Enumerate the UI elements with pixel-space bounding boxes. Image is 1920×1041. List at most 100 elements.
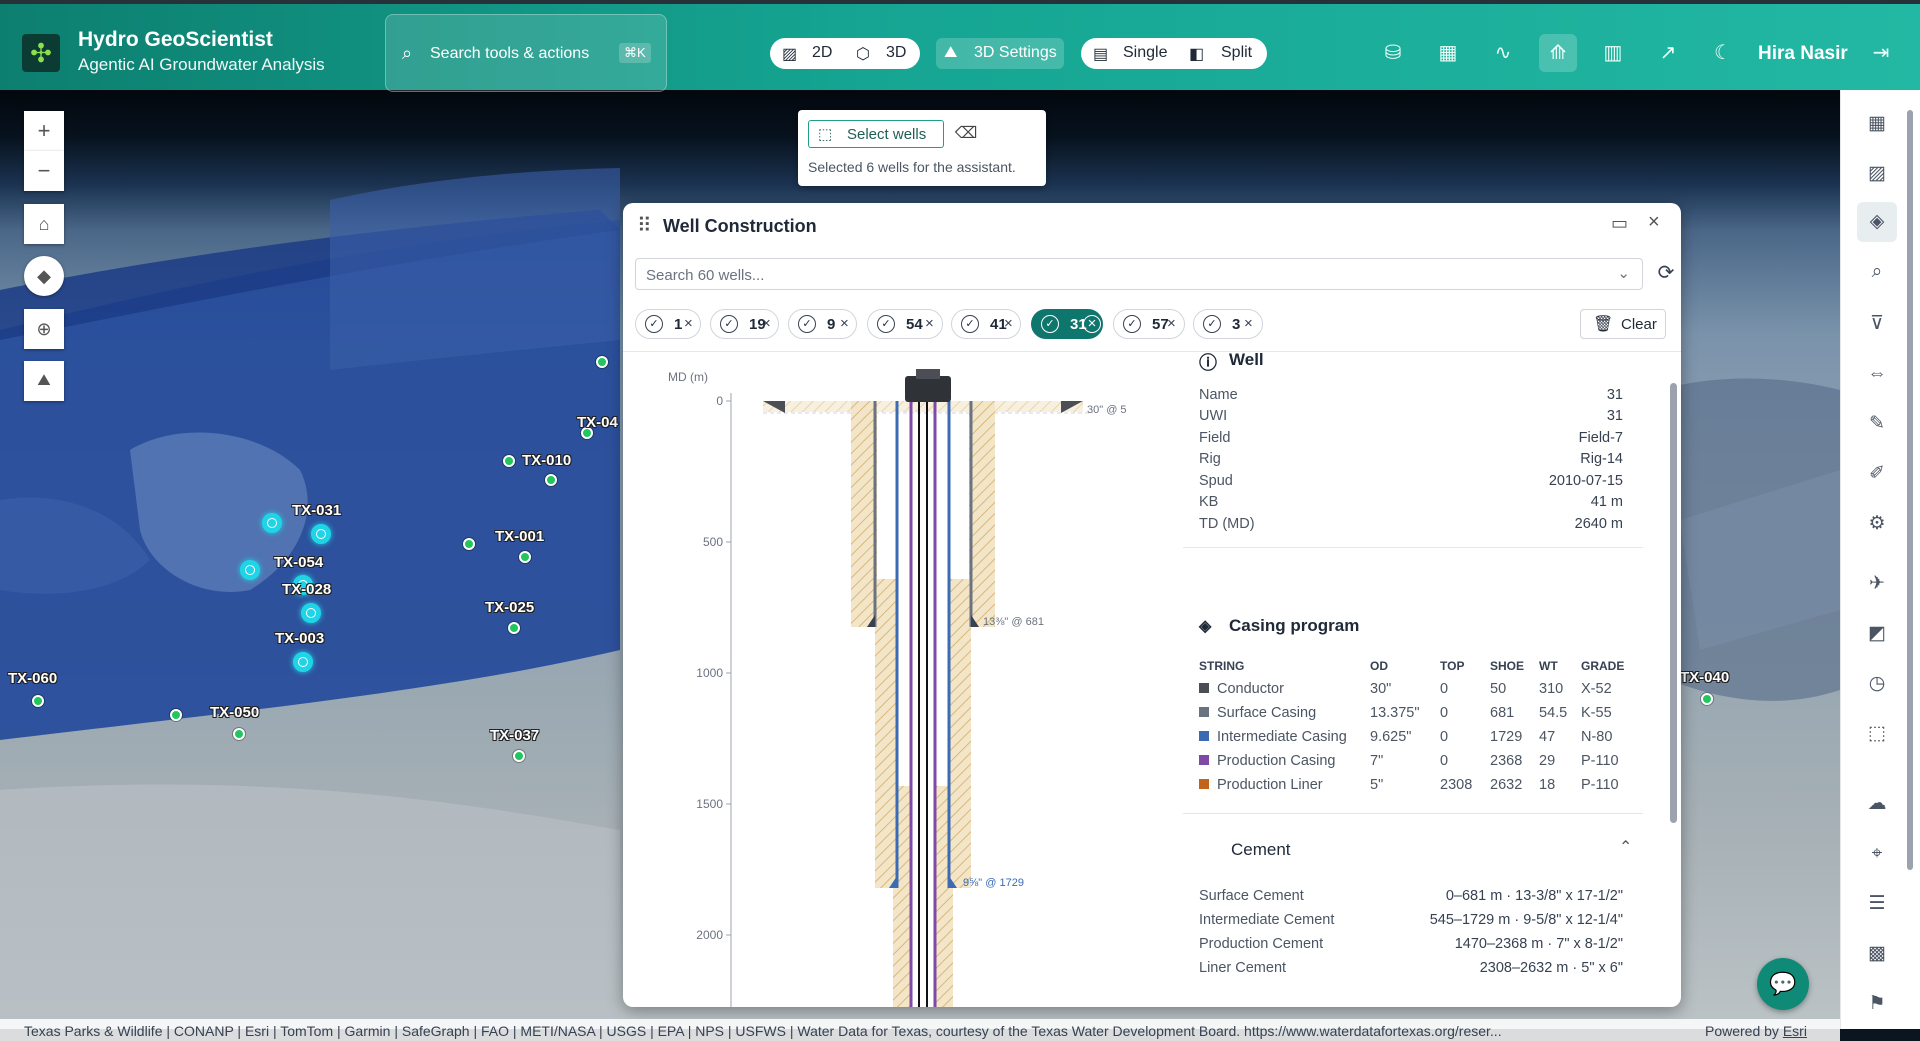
well-chip[interactable]: ✓ 19 × xyxy=(710,309,779,339)
drag-handle-icon[interactable]: ⠿ xyxy=(637,213,652,238)
well-marker[interactable] xyxy=(503,455,515,467)
well-marker[interactable] xyxy=(170,709,182,721)
user-name[interactable]: Hira Nasir xyxy=(1758,43,1848,65)
locate-button[interactable]: ⊕ xyxy=(24,309,64,349)
view-3d-button[interactable]: 3D xyxy=(886,44,906,62)
remove-chip-icon[interactable]: × xyxy=(1004,315,1013,332)
well-marker-selected[interactable] xyxy=(311,524,331,544)
search-tools-input[interactable]: ⌕ Search tools & actions ⌘K xyxy=(385,14,667,92)
well-search-select[interactable]: Search 60 wells... ⌄ xyxy=(635,258,1643,290)
map-edit-icon[interactable]: ▨ xyxy=(1857,154,1897,194)
remove-chip-icon[interactable]: × xyxy=(840,315,849,332)
well-chip[interactable]: ✓ 1 × xyxy=(635,309,701,339)
layout-single-button[interactable]: Single xyxy=(1123,44,1167,62)
select-area-icon[interactable]: ⬚ xyxy=(1857,714,1897,754)
logout-icon[interactable]: ⇥ xyxy=(1862,34,1900,72)
chat-assistant-button[interactable]: 💬 xyxy=(1757,958,1809,1010)
view-2d-button[interactable]: 2D xyxy=(812,44,832,62)
well-marker[interactable] xyxy=(545,474,557,486)
well-marker[interactable] xyxy=(233,728,245,740)
shortcut-badge: ⌘K xyxy=(619,43,651,63)
well-marker[interactable] xyxy=(596,356,608,368)
clock-icon[interactable]: ◷ xyxy=(1857,664,1897,704)
qr-code-icon[interactable]: ▩ xyxy=(1857,934,1897,974)
well-chip[interactable]: ✓ 41 × xyxy=(951,309,1021,339)
measure-icon[interactable]: ⇔ xyxy=(1857,354,1897,394)
edit-icon[interactable]: ✐ xyxy=(1857,454,1897,494)
remove-chip-icon[interactable]: × xyxy=(925,315,934,332)
bookmark-icon[interactable]: ⚑ xyxy=(1857,984,1897,1024)
cell: Surface Casing xyxy=(1217,705,1317,721)
well-marker[interactable] xyxy=(463,538,475,550)
check-icon: ✓ xyxy=(720,315,738,333)
cement-value: 1470–2368 m · 7" x 8-1/2" xyxy=(1454,936,1623,952)
well-construction-icon[interactable]: ⟰ xyxy=(1539,34,1577,72)
esri-link[interactable]: Esri xyxy=(1783,1023,1807,1039)
sketch-icon[interactable]: ☁ xyxy=(1857,784,1897,824)
remove-chip-icon[interactable]: × xyxy=(684,315,693,332)
swipe-icon[interactable]: ◩ xyxy=(1857,614,1897,654)
buildings-icon[interactable]: ▦ xyxy=(1857,104,1897,144)
remove-chip-icon[interactable]: × xyxy=(1083,315,1101,333)
remove-chip-icon[interactable]: × xyxy=(1167,315,1176,332)
well-marker[interactable] xyxy=(519,551,531,563)
close-icon[interactable]: × xyxy=(1648,211,1660,234)
well-marker[interactable] xyxy=(32,695,44,707)
select-wells-button[interactable]: ⬚ Select wells xyxy=(808,120,944,148)
well-marker[interactable] xyxy=(508,622,520,634)
well-chip[interactable]: ✓ 3 × xyxy=(1193,309,1263,339)
line-chart-icon[interactable]: ∿ xyxy=(1484,34,1522,72)
tag-icon[interactable]: ⌖ xyxy=(1857,834,1897,874)
gear-icon[interactable]: ⚙ xyxy=(1857,504,1897,544)
dark-mode-icon[interactable]: ☾ xyxy=(1704,34,1742,72)
database-icon[interactable]: ⛁ xyxy=(1374,34,1412,72)
well-chip-active[interactable]: ✓ 31 × xyxy=(1031,309,1103,339)
toolbar-scrollbar[interactable] xyxy=(1907,110,1913,870)
well-label: TX-003 xyxy=(275,630,325,647)
clear-button[interactable]: 🗑 Clear xyxy=(1580,309,1666,339)
satellite-icon[interactable]: ✈ xyxy=(1857,564,1897,604)
refresh-icon[interactable]: ⟳ xyxy=(1650,258,1681,290)
zoom-in-button[interactable]: + xyxy=(24,111,64,151)
maximize-icon[interactable]: ▭ xyxy=(1611,213,1628,234)
well-field-key: Spud xyxy=(1199,473,1233,489)
trend-icon[interactable]: ↗ xyxy=(1649,34,1687,72)
well-marker-selected[interactable] xyxy=(262,513,282,533)
well-chip[interactable]: ✓ 9 × xyxy=(788,309,857,339)
cement-value: 545–1729 m · 9-5/8" x 12-1/4" xyxy=(1429,912,1623,928)
home-button[interactable]: ⌂ xyxy=(24,204,64,244)
layout-split-button[interactable]: Split xyxy=(1221,44,1252,62)
well-label: TX-001 xyxy=(495,528,545,545)
bar-chart-icon[interactable]: ▥ xyxy=(1594,34,1632,72)
column-header: TOP xyxy=(1440,659,1465,673)
well-marker[interactable] xyxy=(513,750,525,762)
well-marker-selected[interactable] xyxy=(240,560,260,580)
compass-icon[interactable]: ◆ xyxy=(24,256,64,296)
well-marker-selected[interactable] xyxy=(293,652,313,672)
remove-chip-icon[interactable]: × xyxy=(762,315,771,332)
info-icon: ⓘ xyxy=(1199,353,1217,373)
panel-scrollbar[interactable] xyxy=(1670,383,1677,823)
cement-heading[interactable]: Cement xyxy=(1231,840,1291,860)
cell: 54.5 xyxy=(1539,705,1568,721)
chip-label: 3 xyxy=(1232,316,1241,333)
pencil-icon[interactable]: ✎ xyxy=(1857,404,1897,444)
well-heading: Well xyxy=(1229,350,1264,369)
table-icon[interactable]: ▦ xyxy=(1429,34,1467,72)
zoom-out-button[interactable]: − xyxy=(24,151,64,191)
elevation-profile-button[interactable]: ⛰ xyxy=(24,361,64,401)
layers-icon[interactable]: ◈ xyxy=(1857,202,1897,242)
3d-settings-button[interactable]: ⛰ 3D Settings xyxy=(936,38,1064,69)
remove-chip-icon[interactable]: × xyxy=(1244,315,1253,332)
well-field-value: 2640 m xyxy=(1574,516,1623,532)
eraser-icon[interactable]: ⌫ xyxy=(952,120,980,148)
well-marker[interactable] xyxy=(1701,693,1713,705)
well-marker-selected[interactable] xyxy=(301,603,321,623)
well-chip[interactable]: ✓ 57 × xyxy=(1113,309,1185,339)
filter-icon[interactable]: ⊽ xyxy=(1857,304,1897,344)
search-icon[interactable]: ⌕ xyxy=(1857,252,1897,292)
cell: 2368 xyxy=(1490,753,1523,769)
list-icon[interactable]: ☰ xyxy=(1857,884,1897,924)
chevron-up-icon[interactable]: ⌃ xyxy=(1619,837,1632,857)
well-chip[interactable]: ✓ 54 × xyxy=(867,309,943,339)
